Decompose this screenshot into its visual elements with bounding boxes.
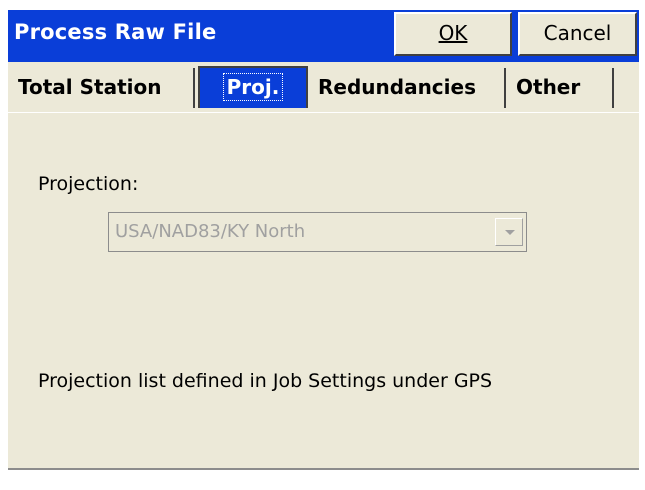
chevron-down-icon[interactable] — [495, 218, 523, 246]
cancel-button[interactable]: Cancel — [518, 12, 637, 56]
title-bar: Process Raw File OK Cancel — [8, 10, 639, 62]
proj-tab-panel: Projection: USA/NAD83/KY North Projectio… — [8, 113, 639, 468]
ok-button-label: OK — [438, 21, 468, 45]
projection-dropdown[interactable]: USA/NAD83/KY North — [108, 212, 527, 252]
dialog-title: Process Raw File — [14, 20, 217, 44]
tab-other[interactable]: Other — [510, 68, 614, 108]
projection-note: Projection list defined in Job Settings … — [38, 370, 493, 392]
ok-button[interactable]: OK — [394, 12, 512, 56]
tab-proj[interactable]: Proj. — [198, 66, 308, 108]
process-raw-file-dialog: Process Raw File OK Cancel Total Station… — [8, 10, 639, 470]
projection-label: Projection: — [38, 173, 139, 195]
tab-total-station[interactable]: Total Station — [12, 68, 195, 108]
projection-value: USA/NAD83/KY North — [115, 221, 306, 242]
cancel-button-label: Cancel — [543, 21, 612, 45]
tab-proj-label: Proj. — [222, 73, 284, 101]
tab-strip: Total Station Proj. Redundancies Other — [8, 62, 639, 113]
tab-redundancies[interactable]: Redundancies — [312, 68, 506, 108]
